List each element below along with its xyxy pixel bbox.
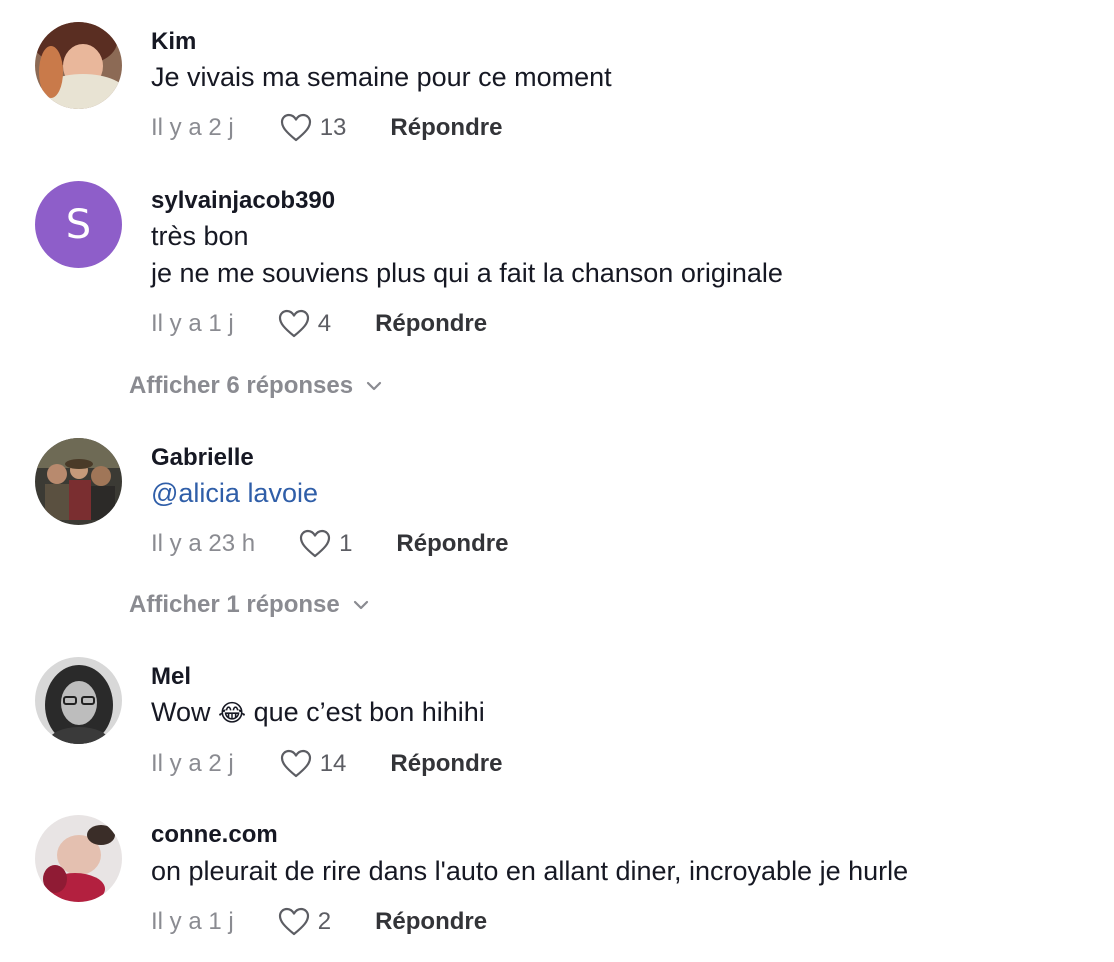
username[interactable]: sylvainjacob390 xyxy=(151,187,335,215)
avatar[interactable] xyxy=(35,22,122,109)
reply-button[interactable]: Répondre xyxy=(375,908,487,936)
comment-meta: Il y a 2 j 13 Répondre xyxy=(151,110,502,146)
username[interactable]: Gabrielle xyxy=(151,444,254,472)
like-count: 4 xyxy=(317,310,332,337)
comment-text-part: Wow xyxy=(151,697,211,727)
like-count: 14 xyxy=(319,750,347,777)
chevron-down-icon xyxy=(353,600,368,610)
avatar[interactable] xyxy=(35,815,122,902)
like-count: 2 xyxy=(317,908,332,935)
timestamp: Il y a 1 j xyxy=(151,310,234,337)
username[interactable]: conne.com xyxy=(151,821,278,849)
comment-meta: Il y a 1 j 4 Répondre xyxy=(151,306,487,342)
reply-button[interactable]: Répondre xyxy=(390,114,502,142)
show-replies-label: Afficher 1 réponse xyxy=(129,591,340,618)
laughing-emoji-icon: 😂 xyxy=(218,700,247,727)
comment-text: Je vivais ma semaine pour ce moment xyxy=(151,62,612,92)
username[interactable]: Kim xyxy=(151,28,196,56)
comment-meta: Il y a 1 j 2 Répondre xyxy=(151,904,487,940)
timestamp: Il y a 23 h xyxy=(151,530,256,557)
reply-button[interactable]: Répondre xyxy=(375,310,487,338)
comment-text: très bon xyxy=(151,221,249,251)
like-count: 13 xyxy=(319,114,347,141)
comment-meta: Il y a 2 j 14 Répondre xyxy=(151,746,502,782)
comment-text: Wow 😂 que c’est bon hihihi xyxy=(151,697,485,728)
heart-icon[interactable] xyxy=(299,529,331,559)
comment-meta: Il y a 23 h 1 Répondre xyxy=(151,526,508,562)
heart-icon[interactable] xyxy=(280,749,312,779)
comment-text: on pleurait de rire dans l'auto en allan… xyxy=(151,856,909,886)
username[interactable]: Mel xyxy=(151,663,191,691)
reply-button[interactable]: Répondre xyxy=(390,750,502,778)
mention-link[interactable]: @alicia lavoie xyxy=(151,478,318,509)
show-replies-label: Afficher 6 réponses xyxy=(129,372,354,399)
reply-button[interactable]: Répondre xyxy=(396,530,508,558)
heart-icon[interactable] xyxy=(278,309,310,339)
like-count: 1 xyxy=(339,530,353,557)
show-replies-button[interactable]: Afficher 1 réponse xyxy=(129,591,370,619)
timestamp: Il y a 2 j xyxy=(151,750,234,777)
timestamp: Il y a 2 j xyxy=(151,114,234,141)
chevron-down-icon xyxy=(366,381,382,391)
comment-text: je ne me souviens plus qui a fait la cha… xyxy=(151,258,783,288)
avatar[interactable] xyxy=(35,438,122,525)
comment-text-part: que c’est bon hihihi xyxy=(253,697,485,727)
heart-icon[interactable] xyxy=(278,907,310,937)
timestamp: Il y a 1 j xyxy=(151,908,234,935)
avatar[interactable] xyxy=(35,657,122,744)
show-replies-button[interactable]: Afficher 6 réponses xyxy=(129,372,383,400)
heart-icon[interactable] xyxy=(280,113,312,143)
avatar[interactable]: S xyxy=(35,181,122,268)
